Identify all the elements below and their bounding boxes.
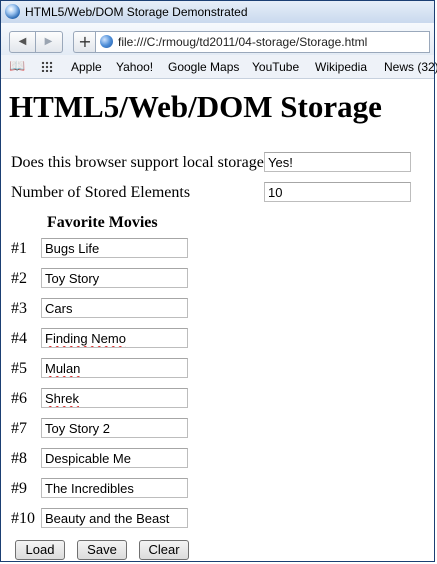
movie-field[interactable]: Finding Nemo [41,328,188,348]
movie-field[interactable]: Mulan [41,358,188,378]
clear-button[interactable]: Clear [139,540,189,560]
load-button[interactable]: Load [15,540,65,560]
movie-number: #6 [11,390,27,407]
url-text[interactable]: file:///C:/rmoug/td2011/04-storage/Stora… [118,35,367,49]
bookmark-news[interactable]: News (32) [384,60,437,74]
count-label: Number of Stored Elements [11,184,191,201]
bookmark-yahoo[interactable]: Yahoo! [116,60,153,74]
movie-field[interactable]: The Incredibles [41,478,188,498]
movie-field[interactable]: Toy Story [41,268,188,288]
count-field[interactable]: 10 [264,182,411,202]
plus-icon[interactable]: + [73,31,96,53]
movie-title: Shrek [45,391,79,406]
bookmark-wikipedia[interactable]: Wikipedia [315,60,367,74]
title-bar: HTML5/Web/DOM Storage Demonstrated [1,1,434,24]
movie-title: Finding Nemo [45,331,126,346]
movie-number: #3 [11,300,27,317]
movie-field[interactable]: Bugs Life [41,238,188,258]
browser-window: HTML5/Web/DOM Storage Demonstrated ◀ ▶ +… [0,0,437,562]
movie-number: #5 [11,360,27,377]
movie-field[interactable]: Despicable Me [41,448,188,468]
movie-number: #2 [11,270,27,287]
movie-field[interactable]: Beauty and the Beast [41,508,188,528]
save-button[interactable]: Save [77,540,127,560]
bookmarks-bar: 📖 Apple Yahoo! Google Maps YouTube Wikip… [1,55,437,79]
globe-icon [100,35,113,48]
movie-number: #4 [11,330,27,347]
movie-number: #7 [11,420,27,437]
page-title: HTML5/Web/DOM Storage [9,89,382,124]
movie-number: #1 [11,240,27,257]
forward-arrow-icon[interactable]: ▶ [36,32,61,52]
book-icon[interactable]: 📖 [9,59,27,73]
grid-icon[interactable] [41,61,53,72]
bookmark-apple[interactable]: Apple [71,60,102,74]
support-field[interactable]: Yes! [264,152,411,172]
support-label: Does this browser support local storage? [11,154,271,171]
movie-field[interactable]: Toy Story 2 [41,418,188,438]
window-title: HTML5/Web/DOM Storage Demonstrated [25,5,248,19]
browser-app-icon [5,4,20,19]
movie-number: #10 [11,510,35,527]
nav-buttons: ◀ ▶ [9,31,63,53]
movie-number: #9 [11,480,27,497]
movies-heading: Favorite Movies [47,214,158,231]
bookmark-youtube[interactable]: YouTube [252,60,299,74]
movie-field[interactable]: Cars [41,298,188,318]
movie-field[interactable]: Shrek [41,388,188,408]
browser-toolbar: ◀ ▶ + file:///C:/rmoug/td2011/04-storage… [1,23,434,56]
movie-title: Mulan [45,361,81,376]
bookmark-google-maps[interactable]: Google Maps [168,60,239,74]
back-arrow-icon[interactable]: ◀ [10,32,36,52]
movie-number: #8 [11,450,27,467]
address-bar[interactable]: file:///C:/rmoug/td2011/04-storage/Stora… [95,31,430,53]
